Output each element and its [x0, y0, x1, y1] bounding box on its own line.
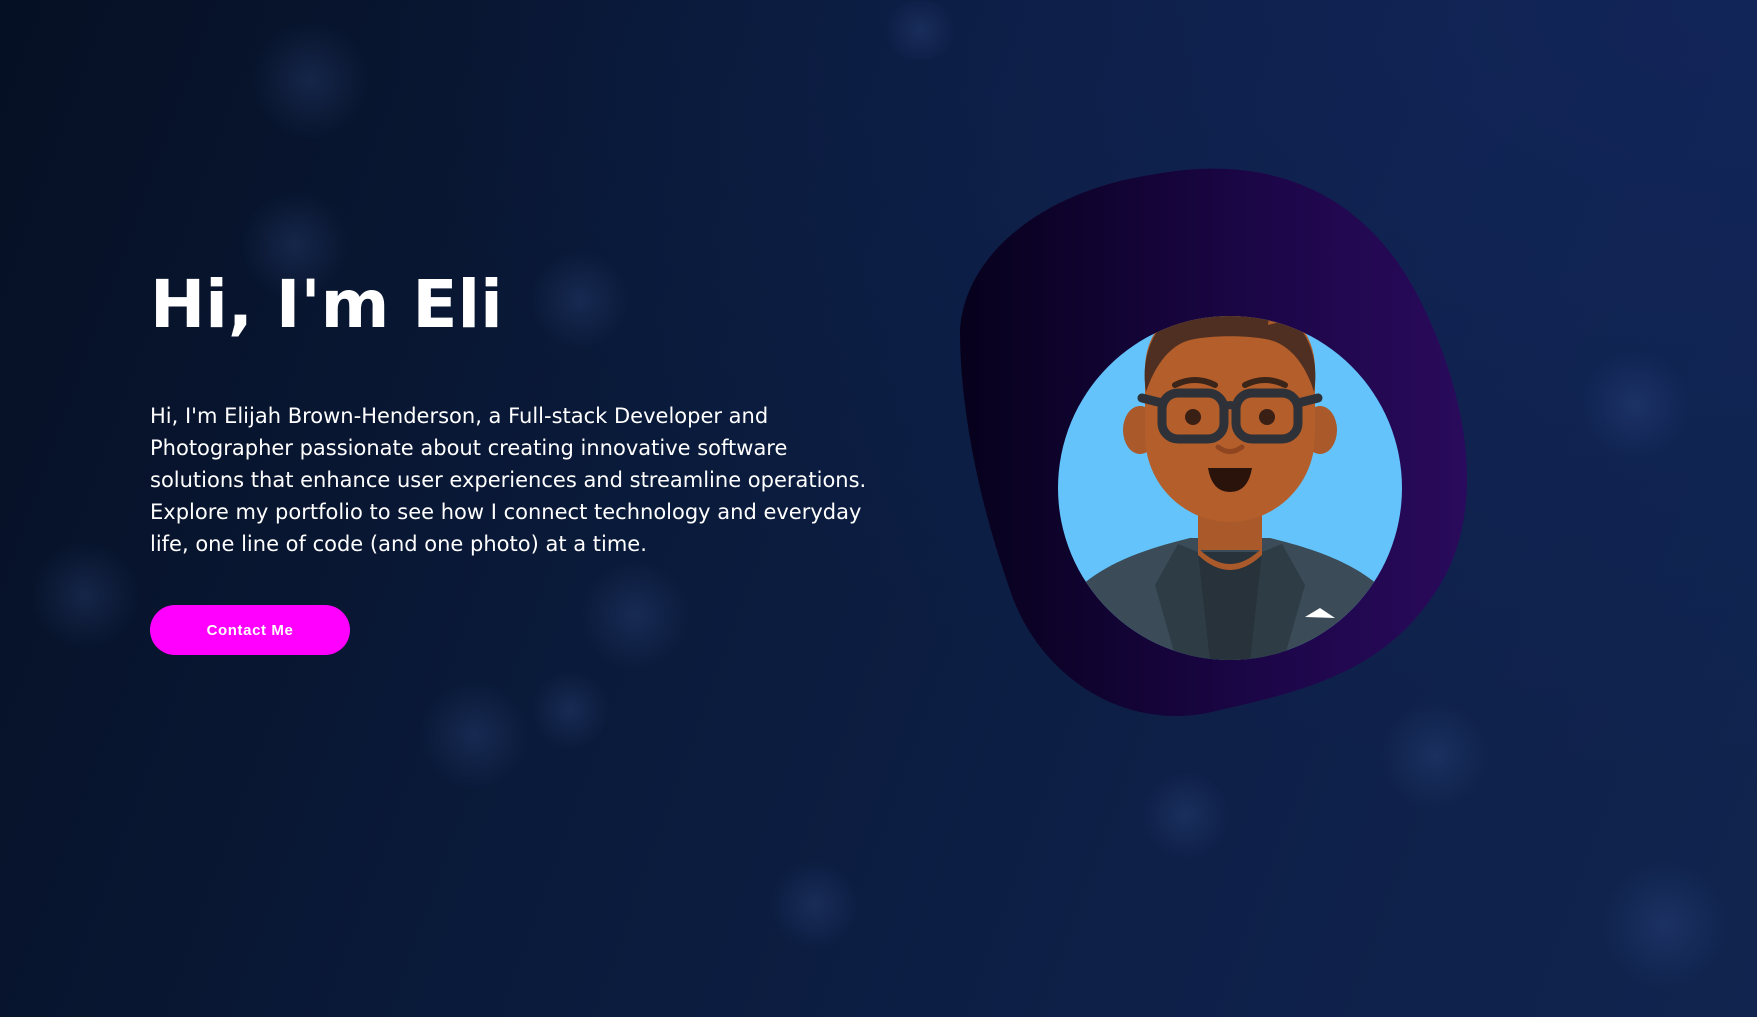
portrait-svg: [960, 168, 1468, 717]
bokeh-light: [420, 680, 530, 790]
portrait: [950, 160, 1500, 720]
hero-intro: Hi, I'm Elijah Brown-Henderson, a Full-s…: [150, 404, 867, 556]
hero-section: Hi, I'm Eli Hi, I'm Elijah Brown-Henders…: [150, 265, 890, 655]
bokeh-light: [30, 540, 140, 650]
hero-title: Hi, I'm Eli: [150, 266, 503, 343]
bokeh-light: [880, 0, 960, 60]
bokeh-light: [1580, 350, 1690, 460]
bokeh-light: [770, 860, 860, 950]
contact-me-button[interactable]: Contact Me: [150, 605, 350, 655]
bokeh-light: [530, 670, 610, 750]
bokeh-light: [1600, 860, 1730, 990]
bokeh-light: [250, 20, 370, 140]
bokeh-light: [1140, 770, 1230, 860]
